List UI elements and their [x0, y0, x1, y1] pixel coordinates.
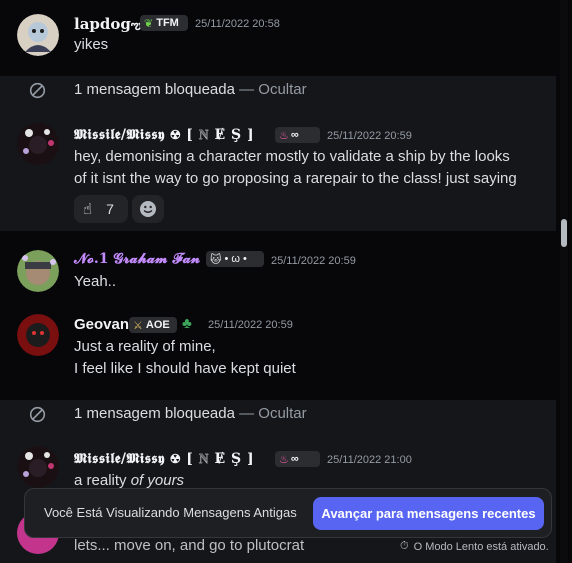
pointing-hand-icon: ☝ [83, 201, 93, 218]
avatar[interactable] [17, 250, 59, 292]
smiley-icon [140, 201, 156, 217]
author-name[interactable]: 𝕸𝖎𝖘𝖘𝖎𝖑𝖊/𝕸𝖎𝖘𝖘𝖞 ☢ [ ℕ Ɇ Ş ] [74, 127, 254, 143]
slowmode-indicator: ⏱ O Modo Lento está ativado. [400, 540, 549, 553]
old-messages-banner: Você Está Visualizando Mensagens Antigas… [24, 488, 552, 538]
timestamp: 25/11/2022 20:59 [327, 130, 412, 142]
blocked-icon [29, 82, 46, 104]
avatar[interactable] [17, 14, 59, 56]
user-tag[interactable]: ♨ ∞ [275, 127, 320, 143]
blocked-icon [29, 406, 46, 428]
sword-icon: ⚔ [133, 319, 143, 332]
banner-text: Você Está Visualizando Mensagens Antigas [44, 505, 297, 520]
add-reaction-button[interactable] [132, 195, 164, 223]
scrollbar-thumb[interactable] [561, 219, 567, 247]
user-tag[interactable]: ⚔ AOE [129, 317, 177, 333]
avatar[interactable] [17, 446, 59, 488]
hide-blocked-link[interactable]: Ocultar [258, 405, 306, 422]
message-text: I feel like I should have kept quiet [74, 360, 296, 377]
message-text: Yeah.. [74, 273, 116, 290]
hide-blocked-link[interactable]: Ocultar [258, 81, 306, 98]
timestamp: 25/11/2022 20:59 [271, 255, 356, 267]
timer-icon: ⏱ [400, 540, 409, 552]
author-name[interactable]: lapdogఌ [74, 15, 141, 35]
author-name[interactable]: 𝓝𝓸.1 𝓖𝓻𝓪𝓱𝓪𝓶 𝓕𝓪𝓷 [74, 251, 200, 267]
fire-icon: ♨ [279, 129, 289, 142]
message-text: yikes [74, 36, 109, 53]
cat-icon: 🐱 [210, 253, 222, 266]
scrollbar-track[interactable] [560, 0, 568, 563]
user-tag[interactable]: ❦ TFM [140, 15, 188, 31]
fire-icon: ♨ [279, 453, 289, 466]
leaf-icon: ❦ [144, 17, 154, 30]
message-text: Just a reality of mine, [74, 338, 216, 355]
timestamp: 25/11/2022 20:58 [195, 18, 280, 30]
user-tag[interactable]: 🐱 • ω • [206, 251, 264, 267]
timestamp: 25/11/2022 20:59 [208, 319, 293, 331]
author-name[interactable]: 𝕸𝖎𝖘𝖘𝖎𝖑𝖊/𝕸𝖎𝖘𝖘𝖞 ☢ [ ℕ Ɇ Ş ] [74, 451, 254, 467]
message-text: hey, demonising a character mostly to va… [74, 148, 510, 165]
timestamp: 25/11/2022 21:00 [327, 454, 412, 466]
avatar[interactable] [17, 123, 59, 165]
reaction-button[interactable]: ☝ 7 [74, 195, 128, 223]
message-text: of it isnt the way to go proposing a rar… [74, 170, 517, 187]
jump-to-present-button[interactable]: Avançar para mensagens recentes [313, 497, 544, 530]
message-text: lets... move on, and go to plutocrat [74, 537, 305, 554]
author-name[interactable]: Geovan [74, 316, 129, 333]
clover-icon: ♣ [182, 315, 192, 332]
avatar[interactable] [17, 314, 59, 356]
user-tag[interactable]: ♨ ∞ [275, 451, 320, 467]
blocked-notice: 1 mensagem bloqueada — Ocultar [74, 81, 307, 98]
blocked-notice: 1 mensagem bloqueada — Ocultar [74, 405, 307, 422]
